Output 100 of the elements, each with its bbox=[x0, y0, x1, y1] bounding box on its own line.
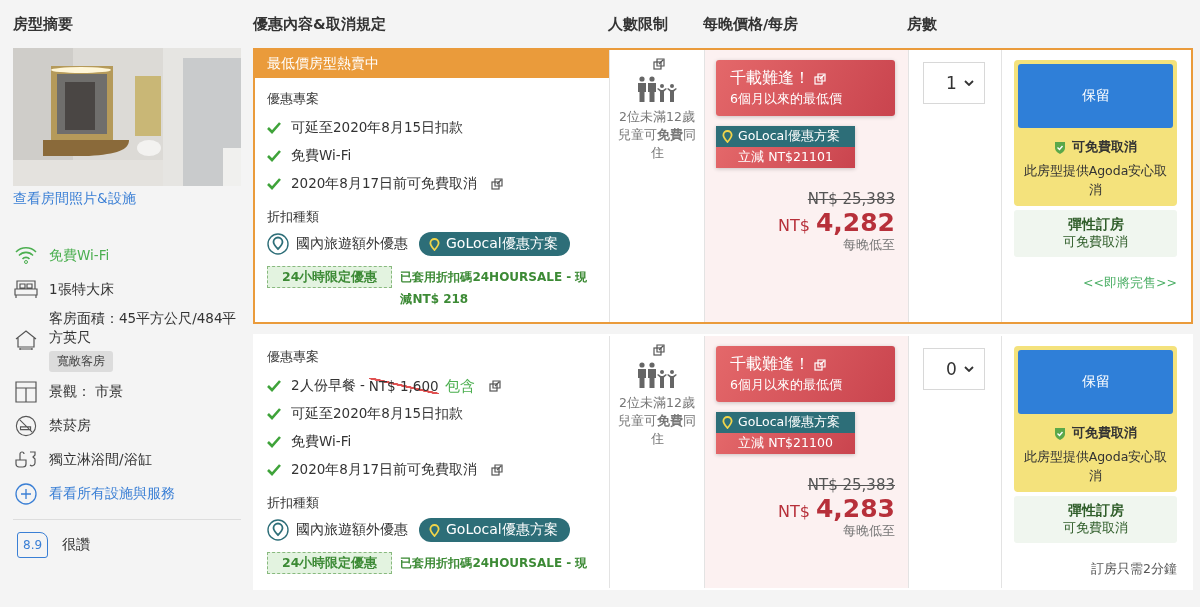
promo-saving: 立減 NT$21100 bbox=[716, 433, 855, 454]
banner: 最低價房型熱賣中 bbox=[255, 50, 609, 78]
family-icon bbox=[637, 362, 677, 388]
check-icon bbox=[267, 464, 281, 476]
original-price: NT$ 25,383 bbox=[806, 476, 895, 494]
occupancy-text: 2位未滿12歲兒童可免費同住 bbox=[617, 394, 697, 449]
external-link-icon[interactable] bbox=[488, 380, 501, 392]
house-icon bbox=[14, 329, 38, 352]
room-count-select[interactable]: 0 bbox=[923, 348, 985, 390]
pin-icon bbox=[722, 130, 733, 143]
external-link-icon[interactable] bbox=[814, 72, 826, 85]
no-smoking-icon bbox=[15, 414, 37, 437]
shower-icon bbox=[14, 449, 38, 470]
coupon-tag: 24小時限定優惠 bbox=[267, 552, 393, 574]
room-count-select[interactable]: 1 bbox=[923, 62, 985, 104]
check-icon bbox=[267, 436, 281, 448]
pin-icon bbox=[722, 416, 733, 429]
original-price: NT$ 25,383 bbox=[806, 190, 895, 208]
reserve-button[interactable]: 保留 bbox=[1018, 64, 1173, 128]
shield-icon bbox=[1054, 140, 1066, 154]
golocal-badge: GoLocal優惠方案 bbox=[419, 232, 570, 256]
benefit-text: 免費Wi-Fi bbox=[291, 147, 352, 165]
section-title: 優惠專案 bbox=[267, 90, 320, 108]
coupon-tag: 24小時限定優惠 bbox=[267, 266, 393, 288]
column-header: 每晚價格/每房 bbox=[703, 14, 800, 34]
promo-saving: 立減 NT$21101 bbox=[716, 147, 855, 168]
check-icon bbox=[267, 150, 281, 162]
location-pin-icon bbox=[267, 233, 289, 255]
deal-title: 千載難逢！ bbox=[730, 354, 810, 375]
all-facilities-link[interactable]: 看看所有設施與服務 bbox=[49, 484, 175, 503]
flexible-title: 彈性訂房 bbox=[1066, 215, 1125, 234]
amenity-text: 獨立淋浴間/浴缸 bbox=[49, 450, 152, 470]
price: 4,282 bbox=[815, 208, 895, 237]
discount-type: 國內旅遊額外優惠 bbox=[296, 521, 408, 539]
section-title: 優惠專案 bbox=[267, 348, 320, 366]
section-title: 折扣種類 bbox=[267, 494, 320, 512]
deal-subtitle: 6個月以來的最低價 bbox=[730, 377, 843, 394]
deal-subtitle: 6個月以來的最低價 bbox=[730, 91, 843, 108]
flexible-text: 可免費取消 bbox=[1062, 519, 1129, 537]
external-link-icon[interactable] bbox=[491, 464, 504, 476]
photos-link[interactable]: 查看房間照片&設施 bbox=[13, 190, 136, 208]
occupancy-text: 2位未滿12歲兒童可免費同住 bbox=[617, 108, 697, 163]
column-header: 房數 bbox=[907, 14, 938, 34]
room-tag: 寬敞客房 bbox=[49, 350, 113, 372]
reserve-button[interactable]: 保留 bbox=[1018, 350, 1173, 414]
price-note: 每晚低至 bbox=[842, 523, 895, 540]
currency: NT$ bbox=[778, 502, 810, 521]
check-icon bbox=[267, 178, 281, 190]
external-link-icon[interactable] bbox=[653, 58, 665, 70]
included-label: 包含 bbox=[444, 376, 475, 396]
bed-icon bbox=[14, 279, 38, 299]
benefit-text: 2人份早餐 - bbox=[291, 377, 365, 395]
cancellation-title: 可免費取消 bbox=[1072, 138, 1137, 156]
benefit-text: 2020年8月17日前可免費取消 bbox=[291, 175, 478, 193]
booking-time-note: 訂房只需2分鐘 bbox=[1090, 560, 1177, 578]
selling-out-text: <<即將完售>> bbox=[1082, 274, 1177, 292]
golocal-badge: GoLocal優惠方案 bbox=[419, 518, 570, 542]
wifi-icon bbox=[14, 246, 38, 264]
external-link-icon[interactable] bbox=[814, 358, 826, 371]
column-header: 房型摘要 bbox=[13, 14, 74, 34]
flexible-text: 可免費取消 bbox=[1062, 233, 1129, 251]
pin-icon bbox=[429, 237, 440, 251]
benefit-text: 2020年8月17日前可免費取消 bbox=[291, 461, 478, 479]
section-title: 折扣種類 bbox=[267, 208, 320, 226]
cancellation-text: 此房型提供Agoda安心取消 bbox=[1022, 162, 1169, 199]
promo-name: GoLocal優惠方案 bbox=[716, 126, 855, 147]
check-icon bbox=[267, 122, 281, 134]
deal-title: 千載難逢！ bbox=[730, 68, 810, 89]
column-header: 人數限制 bbox=[608, 14, 669, 34]
column-header: 優惠內容&取消規定 bbox=[253, 14, 387, 34]
benefit-text: 可延至2020年8月15日扣款 bbox=[291, 405, 464, 423]
amenity-text: 免費Wi-Fi bbox=[49, 245, 110, 265]
location-pin-icon bbox=[267, 519, 289, 541]
cancellation-text: 此房型提供Agoda安心取消 bbox=[1022, 448, 1169, 485]
promo-name: GoLocal優惠方案 bbox=[716, 412, 855, 433]
family-icon bbox=[637, 76, 677, 102]
check-icon bbox=[267, 408, 281, 420]
external-link-icon[interactable] bbox=[491, 178, 504, 190]
amenity-text: 客房面積：45平方公尺/484平方英尺 bbox=[49, 309, 238, 347]
benefit-text: 免費Wi-Fi bbox=[291, 433, 352, 451]
amenity-text: 1張特大床 bbox=[49, 279, 114, 299]
currency: NT$ bbox=[778, 216, 810, 235]
coupon-text: 已套用折扣碼24HOURSALE - 現 bbox=[400, 555, 589, 572]
discount-type: 國內旅遊額外優惠 bbox=[296, 235, 408, 253]
price: 4,283 bbox=[815, 494, 895, 523]
amenity-text: 禁菸房 bbox=[49, 416, 91, 436]
cancellation-title: 可免費取消 bbox=[1072, 424, 1137, 442]
benefit-text: 可延至2020年8月15日扣款 bbox=[291, 119, 464, 137]
window-icon bbox=[15, 380, 37, 403]
plus-icon[interactable] bbox=[15, 482, 37, 505]
external-link-icon[interactable] bbox=[653, 344, 665, 356]
shield-icon bbox=[1054, 426, 1066, 440]
flexible-title: 彈性訂房 bbox=[1066, 501, 1125, 520]
caret-icon bbox=[964, 366, 974, 372]
rating-label: 很讚 bbox=[62, 535, 91, 554]
coupon-text: 已套用折扣碼24HOURSALE - 現減NT$ 218 bbox=[400, 269, 589, 308]
pin-icon bbox=[429, 523, 440, 537]
caret-icon bbox=[964, 80, 974, 86]
check-icon bbox=[267, 380, 281, 392]
rating-score: 8.9 bbox=[17, 531, 49, 558]
